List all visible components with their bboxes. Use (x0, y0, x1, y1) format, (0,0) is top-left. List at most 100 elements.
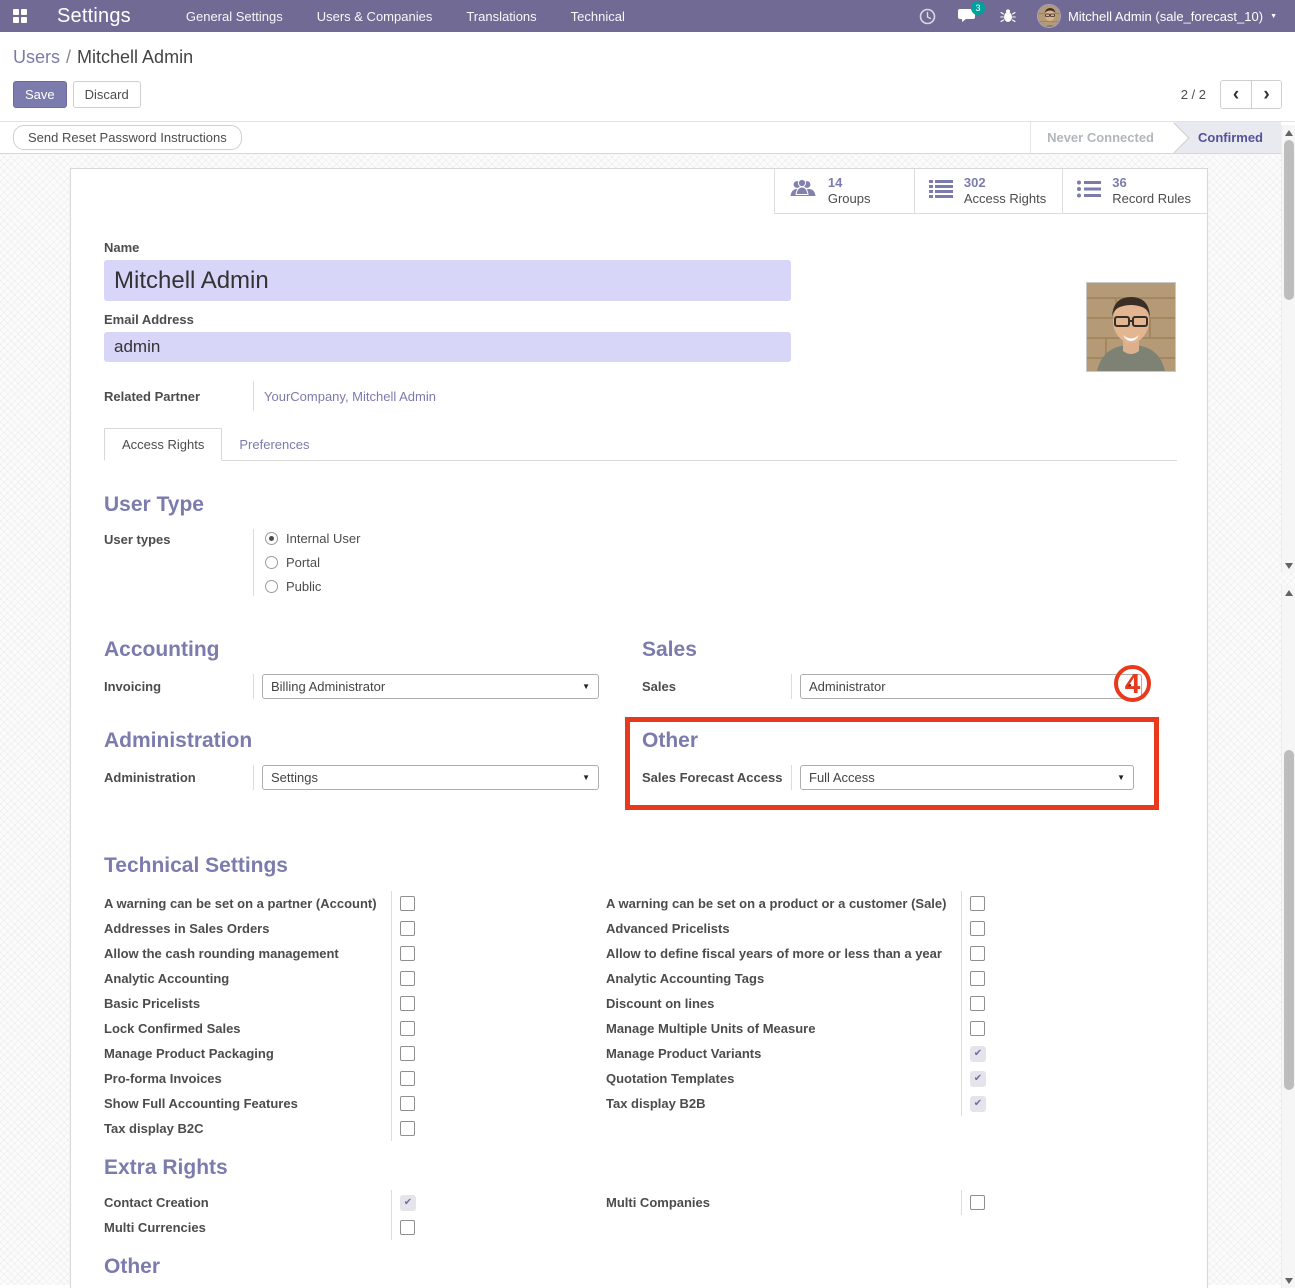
checkbox[interactable]: ✔ (400, 971, 415, 986)
checkbox[interactable]: ✔ (400, 1046, 415, 1061)
radio-button-icon[interactable] (265, 532, 278, 545)
email-input[interactable]: admin (104, 332, 791, 362)
administration-select[interactable]: Settings ▼ (262, 765, 599, 790)
checkbox[interactable]: ✔ (400, 921, 415, 936)
top-navbar: Settings General Settings Users & Compan… (0, 0, 1295, 32)
checkbox[interactable]: ✔ (970, 946, 985, 961)
scroll-down-arrow-icon[interactable] (1282, 559, 1295, 572)
user-photo[interactable] (1086, 282, 1176, 372)
access-rights-stat-button[interactable]: 302 Access Rights (914, 169, 1062, 213)
checkbox[interactable]: ✔ (970, 1071, 986, 1087)
messages-count-badge: 3 (971, 1, 985, 15)
scrollbar-thumb[interactable] (1284, 750, 1294, 1090)
status-never-connected[interactable]: Never Connected (1031, 122, 1174, 153)
check-icon: ✔ (404, 1198, 412, 1208)
vertical-scrollbar-bottom[interactable] (1281, 585, 1295, 1288)
sales-label: Sales (642, 674, 791, 699)
checkbox[interactable]: ✔ (970, 1195, 985, 1210)
tab-preferences[interactable]: Preferences (222, 429, 326, 460)
related-partner-link[interactable]: YourCompany, Mitchell Admin (264, 389, 436, 404)
radio-internal-user[interactable]: Internal User (265, 531, 360, 546)
checkbox[interactable]: ✔ (970, 1046, 986, 1062)
checkbox[interactable]: ✔ (400, 1220, 415, 1235)
checkbox[interactable]: ✔ (400, 1021, 415, 1036)
access-rights-count: 302 (964, 175, 1046, 191)
app-menu: General Settings Users & Companies Trans… (186, 9, 625, 24)
tab-access-rights[interactable]: Access Rights (104, 428, 222, 461)
breadcrumb-users-link[interactable]: Users (13, 47, 60, 67)
access-rights-list-icon (929, 179, 953, 204)
record-rules-label: Record Rules (1112, 191, 1191, 207)
menu-technical[interactable]: Technical (571, 9, 625, 24)
pager-next-button[interactable]: › (1251, 81, 1281, 108)
checkbox[interactable]: ✔ (970, 996, 985, 1011)
checkbox[interactable]: ✔ (400, 1195, 416, 1211)
checkbox[interactable]: ✔ (400, 1121, 415, 1136)
radio-portal[interactable]: Portal (265, 555, 360, 570)
setting-row: Advanced Pricelists ✔ (606, 916, 1143, 941)
checkbox[interactable]: ✔ (400, 946, 415, 961)
pager-previous-button[interactable]: ‹ (1221, 81, 1251, 108)
setting-row: Discount on lines ✔ (606, 991, 1143, 1016)
activities-clock-icon[interactable] (917, 5, 939, 27)
checkbox[interactable]: ✔ (970, 1096, 986, 1112)
radio-button-icon[interactable] (265, 556, 278, 569)
setting-row: Show Full Accounting Features ✔ (104, 1091, 588, 1116)
radio-public[interactable]: Public (265, 579, 360, 594)
messages-icon[interactable]: 3 (957, 5, 979, 27)
checkbox[interactable]: ✔ (400, 996, 415, 1011)
setting-row: A warning can be set on a partner (Accou… (104, 891, 588, 916)
apps-menu-icon[interactable] (13, 9, 27, 23)
record-rules-list-icon (1077, 179, 1101, 204)
scroll-up-arrow-icon[interactable] (1282, 126, 1295, 139)
radio-button-icon[interactable] (265, 580, 278, 593)
accounting-heading: Accounting (104, 638, 611, 662)
navbar-systray: 3 Mitchell Admin (sale_f (917, 4, 1295, 28)
other-heading: Other (642, 729, 1146, 753)
debug-bug-icon[interactable] (997, 5, 1019, 27)
setting-row: Pro-forma Invoices ✔ (104, 1066, 588, 1091)
statusbar: Never Connected Confirmed (1030, 122, 1281, 153)
discard-button[interactable]: Discard (73, 81, 141, 108)
control-panel: Save Discard 2 / 2 ‹ › (0, 72, 1295, 121)
setting-row: Lock Confirmed Sales ✔ (104, 1016, 588, 1041)
invoicing-label: Invoicing (104, 674, 253, 699)
sales-forecast-access-select[interactable]: Full Access ▼ (800, 765, 1134, 790)
scroll-up-arrow-icon[interactable] (1282, 586, 1295, 599)
menu-general-settings[interactable]: General Settings (186, 9, 283, 24)
form-sheet: 14 Groups 302 Ac (70, 168, 1208, 1288)
checkbox[interactable]: ✔ (400, 1096, 415, 1111)
scroll-down-arrow-icon[interactable] (1282, 1274, 1295, 1287)
menu-translations[interactable]: Translations (466, 9, 536, 24)
check-icon: ✔ (974, 1074, 982, 1084)
sales-heading: Sales (642, 638, 1154, 662)
save-button[interactable]: Save (13, 81, 67, 108)
groups-stat-button[interactable]: 14 Groups (774, 169, 914, 213)
invoicing-select[interactable]: Billing Administrator ▼ (262, 674, 599, 699)
checkbox[interactable]: ✔ (970, 921, 985, 936)
user-types-row: User types Internal User Portal Public (104, 529, 1177, 596)
checkbox[interactable]: ✔ (400, 896, 415, 911)
select-caret-icon: ▼ (1117, 773, 1125, 782)
menu-users-companies[interactable]: Users & Companies (317, 9, 433, 24)
user-types-label: User types (104, 529, 253, 596)
sales-forecast-access-label: Sales Forecast Access (642, 765, 791, 790)
pager-count: 2 / 2 (1181, 87, 1206, 102)
sales-access-select[interactable]: Administrator ▼ (800, 674, 1142, 699)
setting-row: Tax display B2C ✔ (104, 1116, 588, 1141)
checkbox[interactable]: ✔ (400, 1071, 415, 1086)
form-view-background: 14 Groups 302 Ac (0, 154, 1295, 1285)
setting-row: Multi Companies ✔ (606, 1190, 1143, 1215)
name-input[interactable]: Mitchell Admin (104, 260, 791, 301)
checkbox[interactable]: ✔ (970, 896, 985, 911)
record-rules-stat-button[interactable]: 36 Record Rules (1062, 169, 1207, 213)
send-reset-password-button[interactable]: Send Reset Password Instructions (13, 125, 242, 150)
checkbox[interactable]: ✔ (970, 971, 985, 986)
notebook-tabs: Access Rights Preferences (104, 428, 1177, 461)
setting-row: Allow the cash rounding management ✔ (104, 941, 588, 966)
checkbox[interactable]: ✔ (970, 1021, 985, 1036)
app-title[interactable]: Settings (57, 5, 131, 28)
vertical-scrollbar-top[interactable] (1281, 125, 1295, 573)
user-menu[interactable]: Mitchell Admin (sale_forecast_10) ▼ (1037, 4, 1277, 28)
scrollbar-thumb[interactable] (1284, 140, 1294, 300)
